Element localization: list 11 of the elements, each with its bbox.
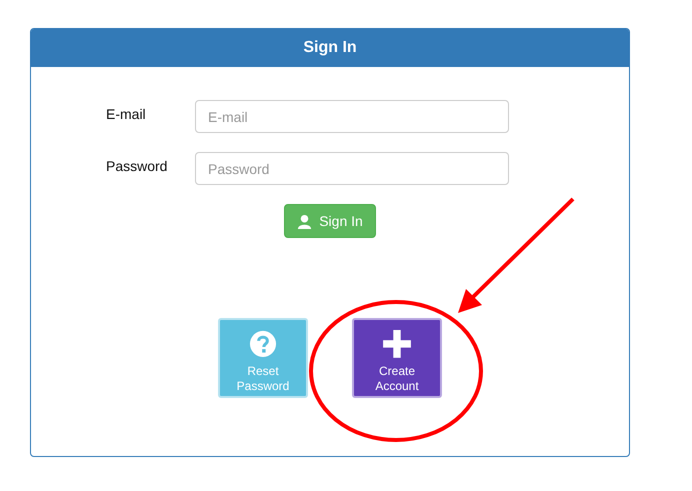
tile-button[interactable]: Reset Password [218, 318, 308, 398]
question-icon [247, 330, 279, 358]
field-label: E-mail [106, 106, 147, 122]
field-label: Password [106, 158, 168, 174]
panel-title: Sign In [303, 39, 357, 57]
user-icon [297, 214, 312, 228]
plus-icon [382, 330, 412, 358]
sign-in-button[interactable]: Sign In [284, 204, 376, 238]
tile-button[interactable]: Create Account [352, 318, 442, 398]
input-field[interactable]: E-mail [195, 100, 509, 133]
input-field[interactable]: Password [195, 152, 509, 185]
